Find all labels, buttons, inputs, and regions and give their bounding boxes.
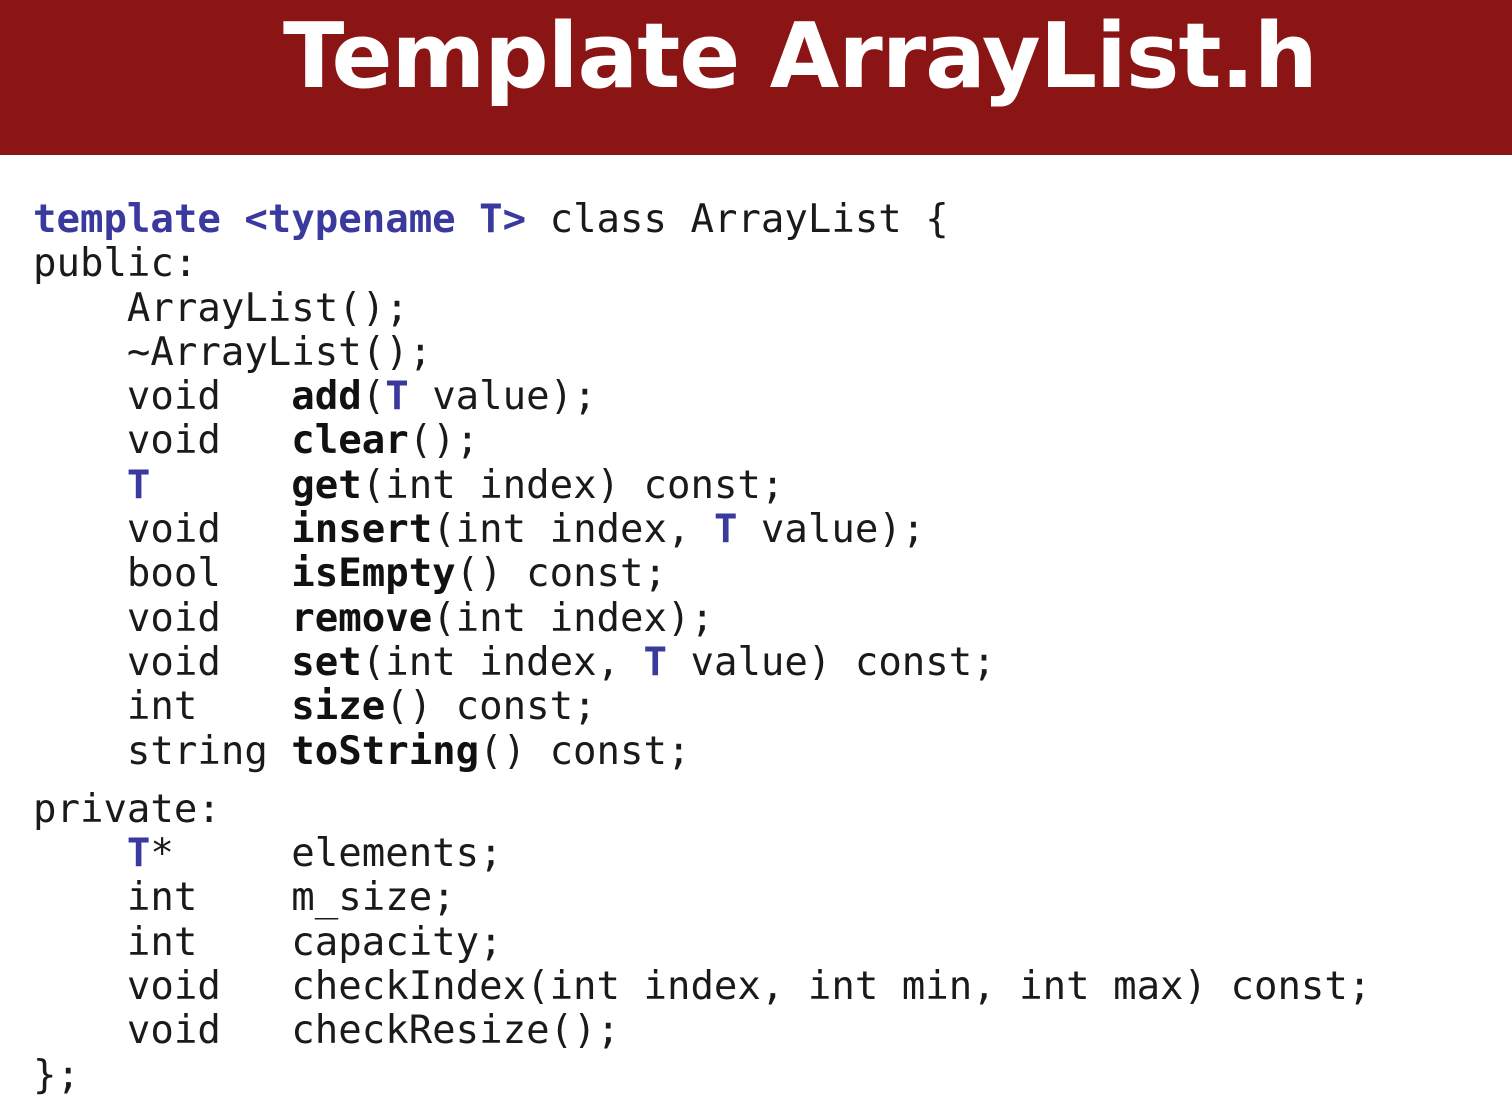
method-args: value) const;	[667, 639, 996, 685]
code-line-remove: void remove(int index);	[33, 595, 1371, 641]
return-type: void	[126, 639, 221, 685]
code-line-public-label: public:	[33, 241, 198, 287]
member-name: m_size;	[291, 875, 456, 921]
code-line-set: void set(int index, T value) const;	[33, 639, 1371, 685]
method-name: isEmpty	[291, 551, 456, 597]
method-name: clear	[291, 418, 409, 464]
member-name: elements;	[291, 831, 503, 877]
return-type: void	[126, 507, 221, 553]
method-name: toString	[291, 728, 480, 774]
return-type: void	[126, 374, 221, 420]
title-banner: Template ArrayList.h	[0, 0, 1512, 155]
method-name: size	[291, 684, 386, 730]
code-line-capacity: int capacity;	[33, 919, 1371, 965]
return-type: bool	[126, 551, 221, 597]
member-type: int	[126, 875, 198, 921]
method-args: ();	[408, 418, 480, 464]
code-line-elements: T* elements;	[33, 832, 1371, 876]
code-line-get: T get(int index) const;	[33, 462, 1371, 508]
member-type: void	[126, 964, 221, 1010]
method-args: () const;	[479, 728, 691, 774]
method-name: get	[291, 462, 362, 508]
code-line-clear: void clear();	[33, 419, 1371, 463]
method-name: remove	[291, 595, 433, 641]
code-line-class-declaration: template <typename T> class ArrayList {	[33, 197, 1371, 242]
type-parameter: T>	[479, 197, 527, 242]
method-args: value);	[737, 507, 926, 553]
type-parameter: T	[385, 374, 409, 420]
return-type: string	[126, 728, 268, 774]
keyword-typename: <typename	[244, 197, 456, 242]
return-type: int	[126, 684, 198, 730]
return-type: T	[126, 462, 151, 508]
type-parameter: T	[126, 831, 151, 877]
class-declaration-text: class ArrayList {	[526, 197, 949, 242]
method-name: add	[291, 374, 362, 420]
pointer-star: *	[150, 831, 174, 877]
method-args: (	[361, 374, 386, 420]
method-name: set	[291, 639, 362, 685]
code-line-closing-brace: };	[33, 1052, 80, 1098]
member-name: capacity;	[291, 919, 503, 965]
type-parameter: T	[713, 507, 738, 553]
code-line-checkresize: void checkResize();	[33, 1009, 1371, 1053]
constructor-text: ArrayList();	[126, 285, 409, 331]
member-type: int	[126, 919, 198, 965]
code-line-insert: void insert(int index, T value);	[33, 507, 1371, 553]
code-line-add: void add(T value);	[33, 375, 1371, 419]
return-type: void	[126, 418, 221, 464]
method-args: (int index,	[432, 507, 714, 553]
destructor-text: ~ArrayList();	[126, 329, 433, 375]
slide-title: Template ArrayList.h	[283, 4, 1318, 109]
method-args: () const;	[455, 551, 667, 597]
code-line-destructor: ~ArrayList();	[33, 329, 1371, 375]
type-parameter: T	[643, 639, 667, 685]
code-line-constructor: ArrayList();	[33, 285, 1371, 331]
method-args: (int index) const;	[361, 462, 785, 508]
member-name: checkResize();	[291, 1008, 621, 1054]
member-type: void	[126, 1008, 221, 1054]
method-args: () const;	[385, 684, 597, 730]
keyword-template: template	[33, 197, 221, 242]
code-line-isempty: bool isEmpty() const;	[33, 552, 1371, 596]
method-args: (int index);	[432, 595, 714, 641]
code-line-private-label: private:	[33, 786, 221, 832]
member-name: checkIndex(int index, int min, int max) …	[291, 964, 1372, 1010]
method-args: value);	[408, 374, 597, 420]
method-args: (int index,	[361, 639, 644, 685]
code-line-size: int size() const;	[33, 685, 1371, 729]
code-line-m-size: int m_size;	[33, 876, 1371, 920]
code-line-tostring: string toString() const;	[33, 728, 1371, 774]
code-block: template <typename T> class ArrayList { …	[33, 197, 1372, 1098]
return-type: void	[126, 595, 221, 641]
code-line-checkindex: void checkIndex(int index, int min, int …	[33, 964, 1372, 1010]
method-name: insert	[291, 507, 433, 553]
